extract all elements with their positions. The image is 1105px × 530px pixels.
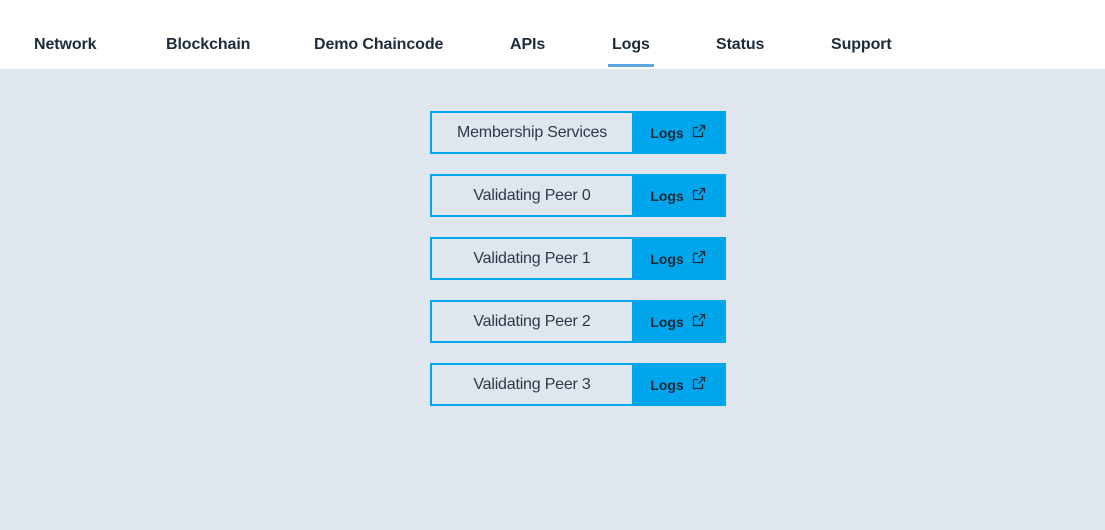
tab-label: Network [34,36,97,53]
log-row-validating-peer-0: Validating Peer 0 Logs [430,174,726,217]
logs-button-label: Logs [650,250,684,267]
tab-support[interactable]: Support [831,36,892,54]
logs-button-label: Logs [650,124,684,141]
service-name: Validating Peer 0 [473,186,591,204]
logs-button-label: Logs [650,376,684,393]
tab-apis[interactable]: APIs [510,36,545,54]
active-tab-indicator [608,64,654,67]
tab-label: Support [831,36,892,53]
logs-button[interactable]: Logs [632,365,724,404]
log-row-validating-peer-3: Validating Peer 3 Logs [430,363,726,406]
service-name: Membership Services [456,123,608,141]
tab-logs[interactable]: Logs [608,36,654,67]
logs-button-label: Logs [650,313,684,330]
logs-button[interactable]: Logs [632,302,724,341]
logs-button[interactable]: Logs [632,239,724,278]
log-row-validating-peer-1: Validating Peer 1 Logs [430,237,726,280]
log-row-validating-peer-2: Validating Peer 2 Logs [430,300,726,343]
tab-network[interactable]: Network [34,36,97,54]
log-row-membership-services: Membership Services Logs [430,111,726,154]
service-name: Validating Peer 3 [473,375,591,393]
tab-label: Logs [612,36,650,53]
tab-label: Blockchain [166,36,251,53]
top-nav-bar: Network Blockchain Demo Chaincode APIs L… [0,0,1105,69]
external-link-icon [692,187,705,200]
tab-label: APIs [510,36,546,53]
external-link-icon [692,376,705,389]
external-link-icon [692,313,705,326]
tab-demo-chaincode[interactable]: Demo Chaincode [314,36,443,54]
external-link-icon [692,124,705,137]
tab-label: Status [716,36,765,53]
service-name: Validating Peer 2 [473,312,591,330]
tab-status[interactable]: Status [716,36,764,54]
external-link-icon [692,250,705,263]
logs-button[interactable]: Logs [632,113,724,152]
tab-label: Demo Chaincode [314,36,444,53]
logs-button[interactable]: Logs [632,176,724,215]
tab-blockchain[interactable]: Blockchain [166,36,250,54]
service-name: Validating Peer 1 [473,249,591,267]
logs-button-label: Logs [650,187,684,204]
